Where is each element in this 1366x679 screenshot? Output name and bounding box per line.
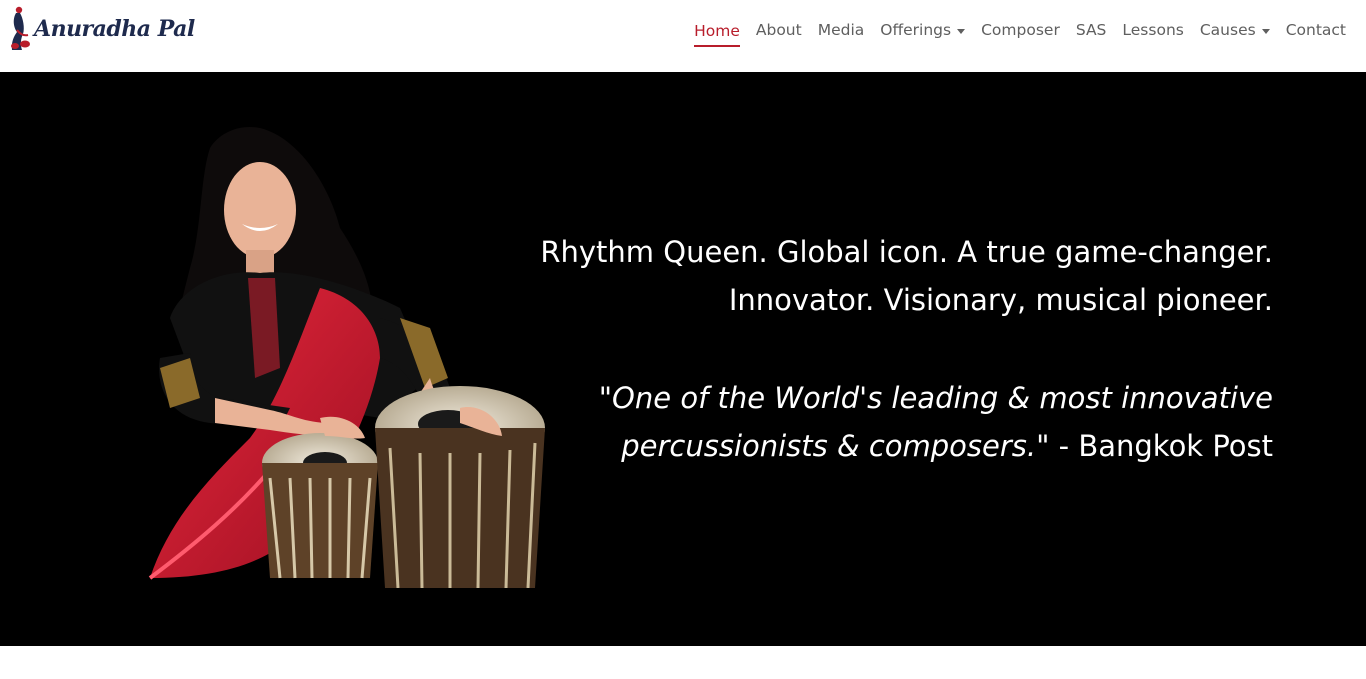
nav-item-label: Contact	[1285, 21, 1346, 39]
page-below-hero	[0, 646, 1366, 679]
quote-source: - Bangkok Post	[1049, 429, 1273, 463]
nav-item-offerings-dropdown[interactable]: Offerings	[872, 17, 973, 43]
top-navbar: Anuradha Pal Home About Media Offerings …	[0, 0, 1366, 72]
quote-line-1: "One of the World's leading & most innov…	[598, 381, 1273, 415]
caret-down-icon	[1261, 28, 1270, 34]
nav-item-contact[interactable]: Contact	[1278, 17, 1354, 43]
tagline-line-1: Rhythm Queen. Global icon. A true game-c…	[540, 235, 1273, 269]
nav-item-label: Lessons	[1122, 21, 1184, 39]
tagline-line-2: Innovator. Visionary, musical pioneer.	[728, 283, 1273, 317]
nav-item-lessons[interactable]: Lessons	[1114, 17, 1191, 43]
nav-item-composer[interactable]: Composer	[973, 17, 1068, 43]
main-nav: Home About Media Offerings Composer SAS …	[686, 17, 1354, 47]
nav-item-label: About	[755, 21, 802, 39]
nav-item-label: SAS	[1075, 21, 1107, 39]
nav-item-label: Composer	[981, 21, 1060, 39]
site-logo[interactable]: Anuradha Pal	[8, 4, 195, 56]
nav-item-label: Media	[817, 21, 865, 39]
nav-item-label: Offerings	[880, 21, 952, 39]
nav-item-label: Home	[694, 20, 740, 47]
caret-down-icon	[957, 28, 966, 34]
hero-tagline: Rhythm Queen. Global icon. A true game-c…	[513, 228, 1273, 324]
hero-quote: "One of the World's leading & most innov…	[513, 374, 1273, 470]
hero-text-block: Rhythm Queen. Global icon. A true game-c…	[513, 228, 1273, 470]
nav-item-about[interactable]: About	[748, 17, 810, 43]
quote-line-2: percussionists & composers."	[621, 429, 1050, 463]
nav-item-sas[interactable]: SAS	[1068, 17, 1115, 43]
tabla-player-photo	[148, 126, 545, 588]
hero-banner: Rhythm Queen. Global icon. A true game-c…	[0, 72, 1366, 646]
nav-item-home[interactable]: Home	[686, 17, 748, 47]
nav-item-media[interactable]: Media	[810, 17, 873, 43]
logo-text: Anuradha Pal	[34, 16, 195, 42]
nav-item-label: Causes	[1199, 21, 1256, 39]
nav-item-causes-dropdown[interactable]: Causes	[1192, 17, 1278, 43]
